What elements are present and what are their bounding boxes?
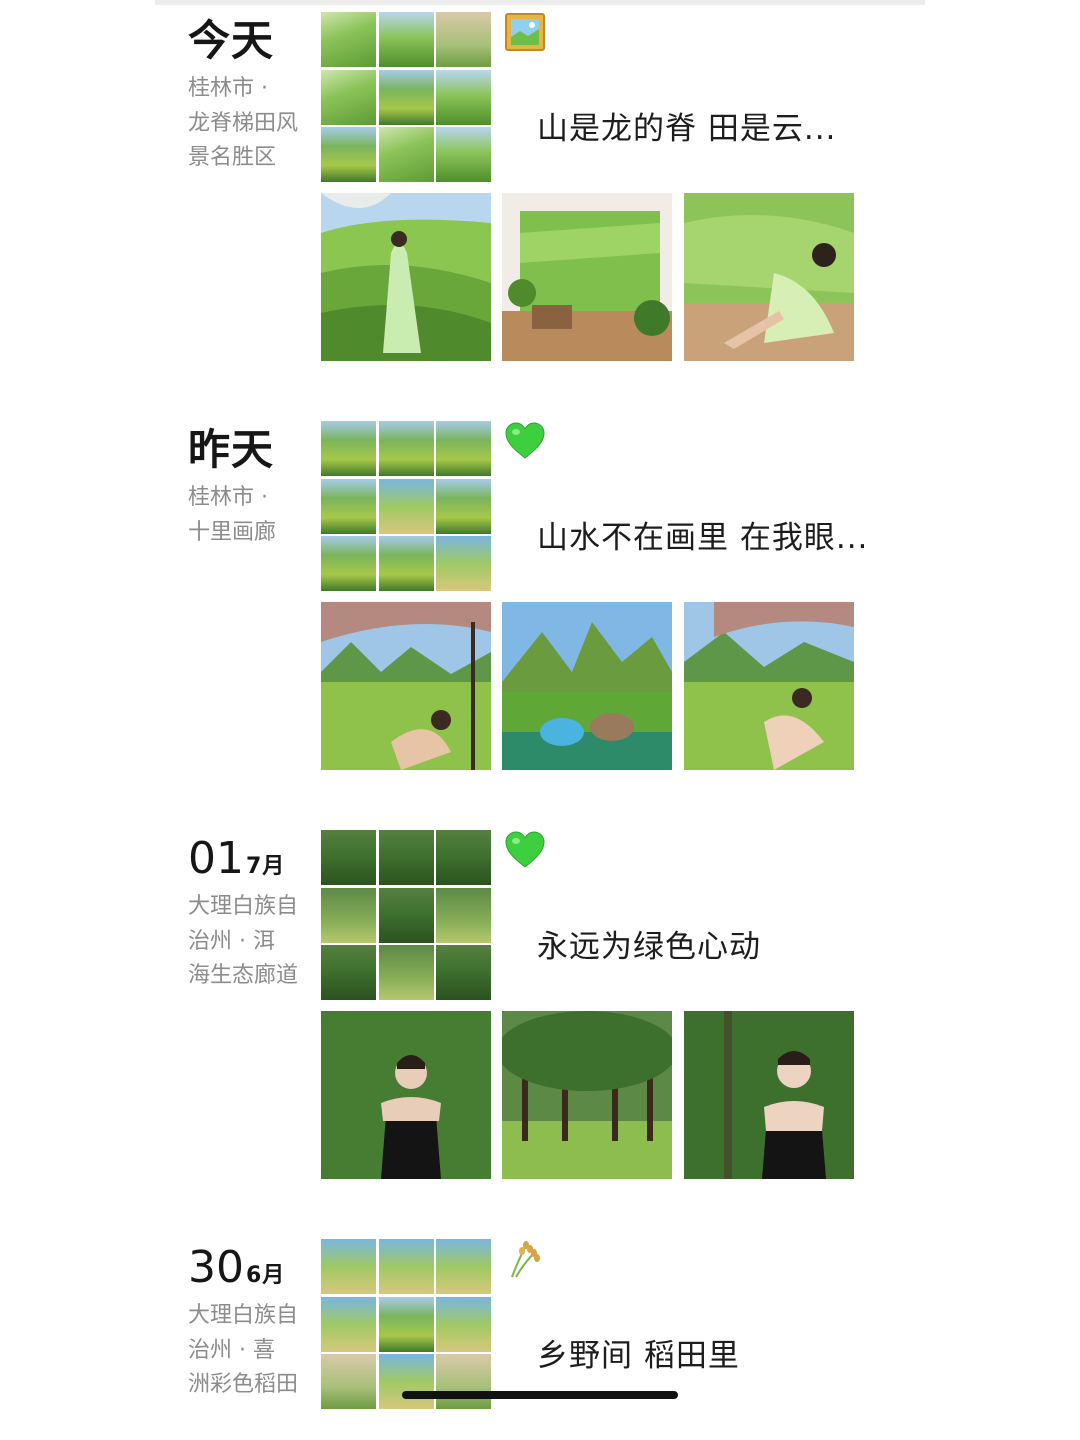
location-line: 洲彩色稻田 <box>188 1372 299 1397</box>
collage-photo <box>436 536 491 591</box>
collage-photo <box>436 1296 491 1352</box>
collage-photo <box>378 887 434 943</box>
location-label[interactable]: 大理白族自 治州 · 喜 洲彩色稻田 <box>188 1299 308 1403</box>
green-heart-icon <box>504 830 546 870</box>
collage-photo <box>436 1239 491 1294</box>
location-line: 十里画廊 <box>188 519 277 545</box>
collage-photo <box>436 127 491 182</box>
collage-photo <box>378 478 434 534</box>
collage-photo <box>436 830 491 885</box>
collage-photo <box>321 127 376 182</box>
location-line: 桂林市 · <box>188 485 268 510</box>
date-month: 6月 <box>246 1263 286 1288</box>
home-indicator[interactable] <box>402 1391 678 1399</box>
collage-photo <box>321 478 376 534</box>
photo-preview[interactable] <box>321 1011 491 1179</box>
post-caption[interactable]: 山水不在画里 在我眼... <box>537 517 868 559</box>
photo-preview[interactable] <box>684 1011 854 1179</box>
location-line: 景名胜区 <box>188 145 277 170</box>
collage-photo <box>321 536 376 591</box>
collage-photo <box>436 421 491 476</box>
top-divider <box>155 0 925 5</box>
collage-photo <box>378 127 434 182</box>
collage-photo <box>378 536 434 591</box>
date-label: 今天 <box>188 16 275 65</box>
collage-photo <box>378 421 434 476</box>
green-heart-icon <box>504 421 546 461</box>
framed-picture-icon <box>504 12 546 52</box>
date-month: 7月 <box>246 854 286 879</box>
collage-photo <box>436 1354 491 1409</box>
collage-photo <box>321 69 376 125</box>
post-caption[interactable]: 永远为绿色心动 <box>537 926 761 968</box>
location-line: 桂林市 · <box>188 76 268 101</box>
collage-photo <box>378 69 434 125</box>
post-caption[interactable]: 乡野间 稻田里 <box>537 1335 740 1377</box>
photo-preview[interactable] <box>321 602 491 770</box>
collage-photo <box>321 830 376 885</box>
collage-photo <box>436 12 491 67</box>
collage-photo <box>321 945 376 1000</box>
location-line: 大理白族自 <box>188 894 299 919</box>
collage-photo <box>378 945 434 1000</box>
location-line: 治州 · 喜 <box>188 1337 275 1363</box>
collage-photo <box>378 12 434 67</box>
sheaf-of-rice-icon <box>504 1239 546 1279</box>
date-day: 30 <box>188 1242 244 1293</box>
photo-preview[interactable] <box>502 602 672 770</box>
collage-photo <box>378 1239 434 1294</box>
collage-photo <box>378 1354 434 1409</box>
photo-preview[interactable] <box>684 602 854 770</box>
location-line: 龙脊梯田风 <box>188 110 299 136</box>
date-label: 306月 <box>188 1245 285 1299</box>
collage-photo <box>321 12 376 67</box>
collage-photo <box>321 1239 376 1294</box>
collage-photo <box>436 945 491 1000</box>
post-caption[interactable]: 山是龙的脊 田是云... <box>537 108 836 150</box>
location-label[interactable]: 大理白族自 治州 · 洱 海生态廊道 <box>188 890 308 994</box>
location-line: 治州 · 洱 <box>188 928 275 954</box>
collage-photo <box>321 421 376 476</box>
date-label: 017月 <box>188 836 285 890</box>
photo-collage-thumbnail[interactable] <box>321 12 491 182</box>
collage-photo <box>436 478 491 534</box>
photo-collage-thumbnail[interactable] <box>321 830 491 1000</box>
collage-photo <box>321 1296 376 1352</box>
location-line: 大理白族自 <box>188 1303 299 1328</box>
collage-photo <box>321 1354 376 1409</box>
photo-preview[interactable] <box>321 193 491 361</box>
collage-photo <box>321 887 376 943</box>
location-label[interactable]: 桂林市 · 十里画廊 <box>188 481 308 550</box>
collage-photo <box>436 887 491 943</box>
collage-photo <box>378 830 434 885</box>
collage-photo <box>436 69 491 125</box>
date-label: 昨天 <box>188 425 275 474</box>
photo-preview[interactable] <box>502 1011 672 1179</box>
location-label[interactable]: 桂林市 · 龙脊梯田风 景名胜区 <box>188 72 308 176</box>
collage-photo <box>378 1296 434 1352</box>
photo-collage-thumbnail[interactable] <box>321 421 491 591</box>
date-day: 01 <box>188 833 244 884</box>
photo-collage-thumbnail[interactable] <box>321 1239 491 1409</box>
photo-preview[interactable] <box>502 193 672 361</box>
photo-preview[interactable] <box>684 193 854 361</box>
location-line: 海生态廊道 <box>188 963 299 988</box>
